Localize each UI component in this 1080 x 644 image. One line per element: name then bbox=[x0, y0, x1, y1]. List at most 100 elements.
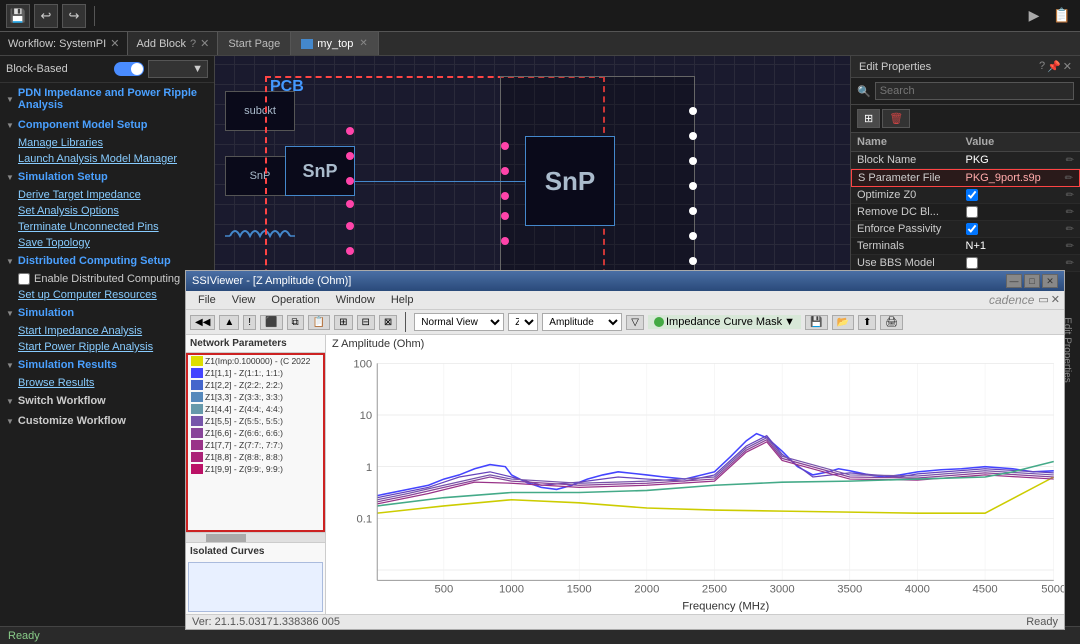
sidebar-item-derive-target[interactable]: Derive Target Impedance bbox=[0, 187, 214, 203]
ssi-param-item-6[interactable]: Z1[6,6] - Z(6:6:, 6:6:) bbox=[188, 427, 323, 439]
sidebar-section-customize-workflow[interactable]: Customize Workflow bbox=[0, 411, 214, 431]
enforce-passivity-checkbox[interactable] bbox=[966, 223, 978, 235]
ssi-param-item-9[interactable]: Z1[9,9] - Z(9:9:, 9:9:) bbox=[188, 463, 323, 475]
ssi-toolbar-btn-2[interactable]: ▲ bbox=[219, 315, 239, 330]
ssi-export-btn[interactable]: ⬆ bbox=[858, 315, 876, 330]
ssi-grid-btn2[interactable]: ⊟ bbox=[357, 315, 375, 330]
add-block-close-icon[interactable]: ✕ bbox=[200, 37, 209, 50]
ssi-param-item-2[interactable]: Z1[2,2] - Z(2:2:, 2:2:) bbox=[188, 379, 323, 391]
use-bbs-checkbox[interactable] bbox=[966, 257, 978, 269]
sidebar-item-save-topology[interactable]: Save Topology bbox=[0, 235, 214, 251]
ep-pin-icon[interactable]: 📌 bbox=[1047, 60, 1061, 73]
ep-tab-delete[interactable]: 🗑 bbox=[882, 109, 910, 128]
sidebar-section-results[interactable]: Simulation Results bbox=[0, 355, 214, 375]
ep-value-use-bbs[interactable]: ✏ bbox=[966, 257, 1075, 269]
workflow-close-icon[interactable]: ✕ bbox=[110, 37, 119, 50]
ssi-menu-help[interactable]: Help bbox=[383, 293, 422, 307]
sidebar-section-component-model[interactable]: Component Model Setup bbox=[0, 115, 214, 135]
ssi-param-item-0[interactable]: Z1(Imp:0.100000) - (C 2022 bbox=[188, 355, 323, 367]
play-button[interactable]: ▶ bbox=[1022, 4, 1046, 28]
ssi-display-type-select[interactable]: Amplitude bbox=[542, 313, 622, 331]
sidebar-section-switch-workflow[interactable]: Switch Workflow bbox=[0, 391, 214, 411]
ssi-save-btn[interactable]: 💾 bbox=[805, 315, 827, 330]
ep-search-input[interactable] bbox=[875, 82, 1074, 100]
tab-my-top[interactable]: my_top ✕ bbox=[291, 32, 378, 55]
sidebar-section-pdn[interactable]: PDN Impedance and Power Ripple Analysis bbox=[0, 83, 214, 115]
ep-tab-grid[interactable]: ⊞ bbox=[857, 109, 880, 128]
ssi-paste-btn[interactable]: 📋 bbox=[308, 315, 330, 330]
redo-button[interactable]: ↪ bbox=[62, 4, 86, 28]
ssi-chart[interactable]: Z Amplitude (Ohm) 100 bbox=[326, 335, 1064, 614]
ssi-param-item-3[interactable]: Z1[3,3] - Z(3:3:, 3:3:) bbox=[188, 391, 323, 403]
ssi-copy-btn[interactable]: ⧉ bbox=[287, 315, 304, 330]
ssi-param-item-5[interactable]: Z1[5,5] - Z(5:5:, 5:5:) bbox=[188, 415, 323, 427]
ssi-close-btn[interactable]: ✕ bbox=[1042, 274, 1058, 288]
sidebar-section-simulation-setup[interactable]: Simulation Setup bbox=[0, 167, 214, 187]
sidebar-item-enable-distributed[interactable]: Enable Distributed Computing bbox=[0, 271, 214, 287]
ep-close-icon[interactable]: ✕ bbox=[1063, 60, 1072, 73]
sidebar-item-terminate-unconnected[interactable]: Terminate Unconnected Pins bbox=[0, 219, 214, 235]
add-block-button[interactable]: Add Block ? ✕ bbox=[128, 32, 218, 55]
ssi-menu-view[interactable]: View bbox=[224, 293, 264, 307]
undo-button[interactable]: ↩ bbox=[34, 4, 58, 28]
ssi-isolated-area[interactable] bbox=[188, 562, 323, 612]
sidebar-item-launch-model-manager[interactable]: Launch Analysis Model Manager bbox=[0, 151, 214, 167]
snp-pkg-block[interactable]: SnP bbox=[525, 136, 615, 226]
ssi-param-item-7[interactable]: Z1[7,7] - Z(7:7:, 7:7:) bbox=[188, 439, 323, 451]
sidebar-item-set-analysis-options[interactable]: Set Analysis Options bbox=[0, 203, 214, 219]
ssi-restore-icon[interactable]: ▭ bbox=[1038, 293, 1048, 307]
ssi-print-btn[interactable]: 🖨 bbox=[880, 315, 903, 330]
sidebar-item-browse-results[interactable]: Browse Results bbox=[0, 375, 214, 391]
sidebar-section-simulation[interactable]: Simulation bbox=[0, 303, 214, 323]
sidebar-item-manage-libraries[interactable]: Manage Libraries bbox=[0, 135, 214, 151]
block-dropdown[interactable]: ▼ bbox=[148, 60, 208, 78]
tab-start-page[interactable]: Start Page bbox=[218, 32, 291, 55]
ssi-param-type-select[interactable]: Z bbox=[508, 313, 538, 331]
ep-edit-enforce-passivity[interactable]: ✏ bbox=[1066, 224, 1074, 235]
ep-value-enforce-passivity[interactable]: ✏ bbox=[966, 223, 1075, 235]
ssi-view-mode-select[interactable]: Normal View bbox=[414, 313, 504, 331]
ssi-mask-dropdown[interactable]: ▼ bbox=[784, 316, 795, 328]
script-button[interactable]: 📋 bbox=[1050, 4, 1074, 28]
optimize-z0-checkbox[interactable] bbox=[966, 189, 978, 201]
sidebar-item-setup-computer[interactable]: Set up Computer Resources bbox=[0, 287, 214, 303]
ep-edit-terminals[interactable]: ✏ bbox=[1066, 241, 1074, 252]
ep-edit-use-bbs[interactable]: ✏ bbox=[1066, 258, 1074, 269]
snp-pcb-block[interactable]: SnP bbox=[285, 146, 355, 196]
ep-value-optimize-z0[interactable]: ✏ bbox=[966, 189, 1075, 201]
sidebar-item-start-power-ripple[interactable]: Start Power Ripple Analysis bbox=[0, 339, 214, 355]
ep-edit-block-name[interactable]: ✏ bbox=[1066, 155, 1074, 166]
ep-value-remove-dc[interactable]: ✏ bbox=[966, 206, 1075, 218]
ssi-param-item-8[interactable]: Z1[8,8] - Z(8:8:, 8:8:) bbox=[188, 451, 323, 463]
ssi-menu-file[interactable]: File bbox=[190, 293, 224, 307]
sidebar-item-start-impedance[interactable]: Start Impedance Analysis bbox=[0, 323, 214, 339]
remove-dc-checkbox[interactable] bbox=[966, 206, 978, 218]
enable-distributed-checkbox[interactable] bbox=[18, 273, 30, 285]
ep-help-icon[interactable]: ? bbox=[1039, 60, 1045, 73]
ssi-param-item-4[interactable]: Z1[4,4] - Z(4:4:, 4:4:) bbox=[188, 403, 323, 415]
ssi-filter-btn[interactable]: ▽ bbox=[626, 315, 644, 330]
help-icon[interactable]: ? bbox=[190, 38, 196, 50]
ssi-menu-operation[interactable]: Operation bbox=[263, 293, 327, 307]
ssi-close2-icon[interactable]: ✕ bbox=[1051, 293, 1060, 307]
ssi-minimize-btn[interactable]: — bbox=[1006, 274, 1022, 288]
ssi-open-btn[interactable]: 📂 bbox=[832, 315, 854, 330]
ep-edit-optimize-z0[interactable]: ✏ bbox=[1066, 190, 1074, 201]
ssi-scroll-thumb[interactable] bbox=[206, 534, 246, 542]
ssi-param-item-1[interactable]: Z1[1,1] - Z(1:1:, 1:1:) bbox=[188, 367, 323, 379]
ssi-toolbar-btn-3[interactable]: ! bbox=[243, 315, 256, 330]
ssi-layout-btn[interactable]: ⊠ bbox=[379, 315, 397, 330]
ssi-toolbar-btn-4[interactable]: ⬛ bbox=[260, 315, 282, 330]
block-based-toggle[interactable] bbox=[114, 62, 144, 76]
ssi-scrollbar[interactable] bbox=[186, 532, 325, 542]
save-button[interactable]: 💾 bbox=[6, 4, 30, 28]
ssi-toolbar-btn-1[interactable]: ◀◀ bbox=[190, 315, 215, 330]
ep-edit-s-param[interactable]: ✏ bbox=[1065, 173, 1073, 184]
ssi-param-list[interactable]: Z1(Imp:0.100000) - (C 2022 Z1[1,1] - Z(1… bbox=[186, 353, 325, 532]
ssi-maximize-btn[interactable]: □ bbox=[1024, 274, 1040, 288]
ssi-grid-btn1[interactable]: ⊞ bbox=[334, 315, 352, 330]
sidebar-section-distributed[interactable]: Distributed Computing Setup bbox=[0, 251, 214, 271]
tab-close-icon[interactable]: ✕ bbox=[359, 38, 367, 49]
ep-edit-remove-dc[interactable]: ✏ bbox=[1066, 207, 1074, 218]
ssi-menu-window[interactable]: Window bbox=[328, 293, 383, 307]
